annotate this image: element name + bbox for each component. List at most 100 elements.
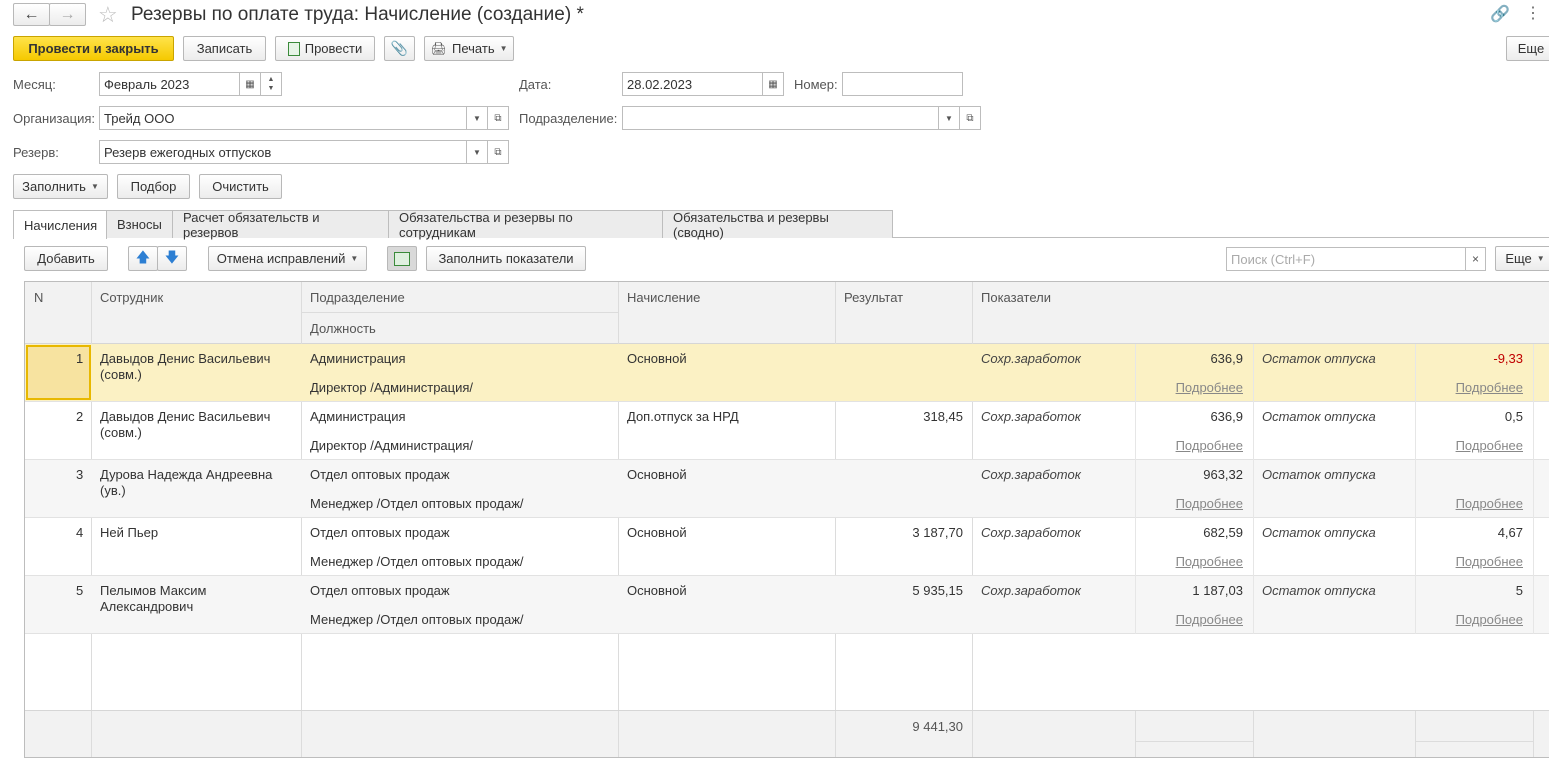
row-indicator1-details-link[interactable]: Подробнее: [1176, 380, 1243, 396]
row-indicator2-details-link[interactable]: Подробнее: [1456, 380, 1523, 396]
fill-label: Заполнить: [22, 179, 86, 194]
post-and-close-label: Провести и закрыть: [28, 41, 159, 56]
footer-divider: [301, 711, 302, 757]
more-label: Еще: [1517, 41, 1545, 56]
row-dept: Администрация: [310, 351, 406, 366]
reserve-dropdown-button[interactable]: ▼: [466, 140, 488, 164]
row-indicator1-details-link[interactable]: Подробнее: [1176, 612, 1243, 628]
row-indicator2-value: 4,67: [1497, 525, 1523, 540]
row-indicator2-details-link[interactable]: Подробнее: [1456, 612, 1523, 628]
col-dept[interactable]: Подразделение: [310, 290, 405, 305]
pick-button[interactable]: Подбор: [117, 174, 190, 199]
col-employee[interactable]: Сотрудник: [100, 290, 163, 305]
row-indicator1-details-link[interactable]: Подробнее: [1176, 496, 1243, 512]
move-up-button[interactable]: 🡅: [128, 246, 158, 271]
header-subdivider: [302, 312, 619, 313]
footer-divider: [972, 711, 973, 757]
star-icon[interactable]: ☆: [98, 2, 118, 28]
org-value: Трейд ООО: [104, 110, 175, 126]
month-calendar-button[interactable]: ▦: [239, 72, 261, 96]
row-indicator2-details-link[interactable]: Подробнее: [1456, 554, 1523, 570]
tab-liabilities-calc[interactable]: Расчет обязательств и резервов: [172, 210, 389, 240]
post-doc-icon: [287, 41, 300, 56]
col-indicators[interactable]: Показатели: [981, 290, 1051, 305]
close-icon: ×: [1471, 252, 1479, 266]
footer-subdivider: [1415, 741, 1533, 742]
col-accrual[interactable]: Начисление: [627, 290, 700, 305]
date-field[interactable]: 28.02.2023: [622, 72, 764, 96]
back-button[interactable]: ←: [13, 3, 50, 26]
more-button[interactable]: Еще: [1506, 36, 1549, 61]
reserve-field[interactable]: Резерв ежегодных отпусков: [99, 140, 467, 164]
col-result[interactable]: Результат: [844, 290, 903, 305]
footer-divider: [618, 711, 619, 757]
table-settings-button[interactable]: [387, 246, 417, 271]
move-down-button[interactable]: 🡇: [157, 246, 187, 271]
post-and-close-button[interactable]: Провести и закрыть: [13, 36, 174, 61]
tab-label: Взносы: [117, 217, 162, 232]
accruals-table[interactable]: N Сотрудник Подразделение Должность Начи…: [24, 281, 1549, 758]
row-indicator2-value: 5: [1515, 583, 1523, 598]
date-calendar-button[interactable]: ▦: [762, 72, 784, 96]
tab-contributions[interactable]: Взносы: [106, 210, 173, 238]
search-input[interactable]: Поиск (Ctrl+F): [1226, 247, 1466, 271]
month-stepper[interactable]: ▲ ▼: [260, 72, 282, 96]
org-dropdown-button[interactable]: ▼: [466, 106, 488, 130]
row-indicator1: Сохр.заработок: [981, 409, 1081, 424]
row-indicator1: Сохр.заработок: [981, 525, 1081, 540]
search-clear-button[interactable]: ×: [1465, 247, 1486, 271]
save-button[interactable]: Записать: [183, 36, 266, 61]
row-indicator2: Остаток отпуска: [1262, 467, 1376, 482]
number-field[interactable]: [842, 72, 963, 96]
attach-button[interactable]: 📎: [384, 36, 415, 61]
post-button[interactable]: Провести: [275, 36, 375, 61]
row-indicator2-details-link[interactable]: Подробнее: [1456, 496, 1523, 512]
fill-indicators-button[interactable]: Заполнить показатели: [426, 246, 586, 271]
link-icon[interactable]: 🔗: [1490, 4, 1510, 24]
footer-divider: [1415, 711, 1416, 757]
paperclip-icon: 📎: [390, 40, 409, 56]
row-indicator2-details-link[interactable]: Подробнее: [1456, 438, 1523, 454]
clear-button[interactable]: Очистить: [199, 174, 282, 199]
row-employee: Ней Пьер: [100, 525, 159, 540]
month-field[interactable]: Февраль 2023: [99, 72, 240, 96]
tab-liabilities-summary[interactable]: Обязательства и резервы (сводно): [662, 210, 893, 240]
table-row[interactable]: 5 Пелымов Максим Александрович Отдел опт…: [25, 576, 1549, 634]
org-open-button[interactable]: ⧉: [487, 106, 509, 130]
tab-accruals[interactable]: Начисления: [13, 210, 107, 239]
row-indicator1-details-link[interactable]: Подробнее: [1176, 554, 1243, 570]
dept-field[interactable]: [622, 106, 940, 130]
tab-liabilities-by-employee[interactable]: Обязательства и резервы по сотрудникам: [388, 209, 663, 240]
col-n[interactable]: N: [34, 290, 43, 305]
table-row[interactable]: 4 Ней Пьер Отдел оптовых продаж Менеджер…: [25, 518, 1549, 576]
more-menu-icon[interactable]: ⋮: [1525, 3, 1541, 23]
pick-label: Подбор: [130, 179, 177, 194]
search-placeholder: Поиск (Ctrl+F): [1231, 251, 1316, 267]
add-button[interactable]: Добавить: [24, 246, 108, 271]
month-value: Февраль 2023: [104, 76, 190, 92]
cancel-corrections-button[interactable]: Отмена исправлений ▼: [208, 246, 367, 271]
row-n: 5: [76, 583, 84, 598]
stepper-up-icon: ▲: [267, 76, 275, 83]
org-field[interactable]: Трейд ООО: [99, 106, 467, 130]
col-position[interactable]: Должность: [310, 321, 376, 336]
fill-button[interactable]: Заполнить ▼: [13, 174, 108, 199]
dept-open-button[interactable]: ⧉: [959, 106, 981, 130]
row-indicator1-value: 636,9: [1210, 351, 1243, 366]
table-row[interactable]: 3 Дурова Надежда Андреевна (ув.) Отдел о…: [25, 460, 1549, 518]
forward-button[interactable]: →: [49, 3, 86, 26]
reserve-open-button[interactable]: ⧉: [487, 140, 509, 164]
calendar-icon: ▦: [768, 78, 778, 90]
chevron-down-icon: ▼: [945, 113, 953, 123]
tab-label: Обязательства и резервы по сотрудникам: [399, 209, 573, 240]
table-more-button[interactable]: Еще ▼: [1495, 246, 1549, 271]
row-result: 3 187,70: [912, 525, 963, 540]
print-button[interactable]: 🖨 Печать ▼: [424, 36, 514, 61]
row-accrual: Основной: [627, 583, 687, 598]
row-employee: Давыдов Денис Васильевич (совм.): [100, 351, 271, 382]
table-row[interactable]: 1 Давыдов Денис Васильевич (совм.) Админ…: [25, 344, 1549, 402]
row-indicator1-details-link[interactable]: Подробнее: [1176, 438, 1243, 454]
org-label: Организация:: [13, 111, 96, 126]
dept-dropdown-button[interactable]: ▼: [938, 106, 960, 130]
table-row[interactable]: 2 Давыдов Денис Васильевич (совм.) Админ…: [25, 402, 1549, 460]
